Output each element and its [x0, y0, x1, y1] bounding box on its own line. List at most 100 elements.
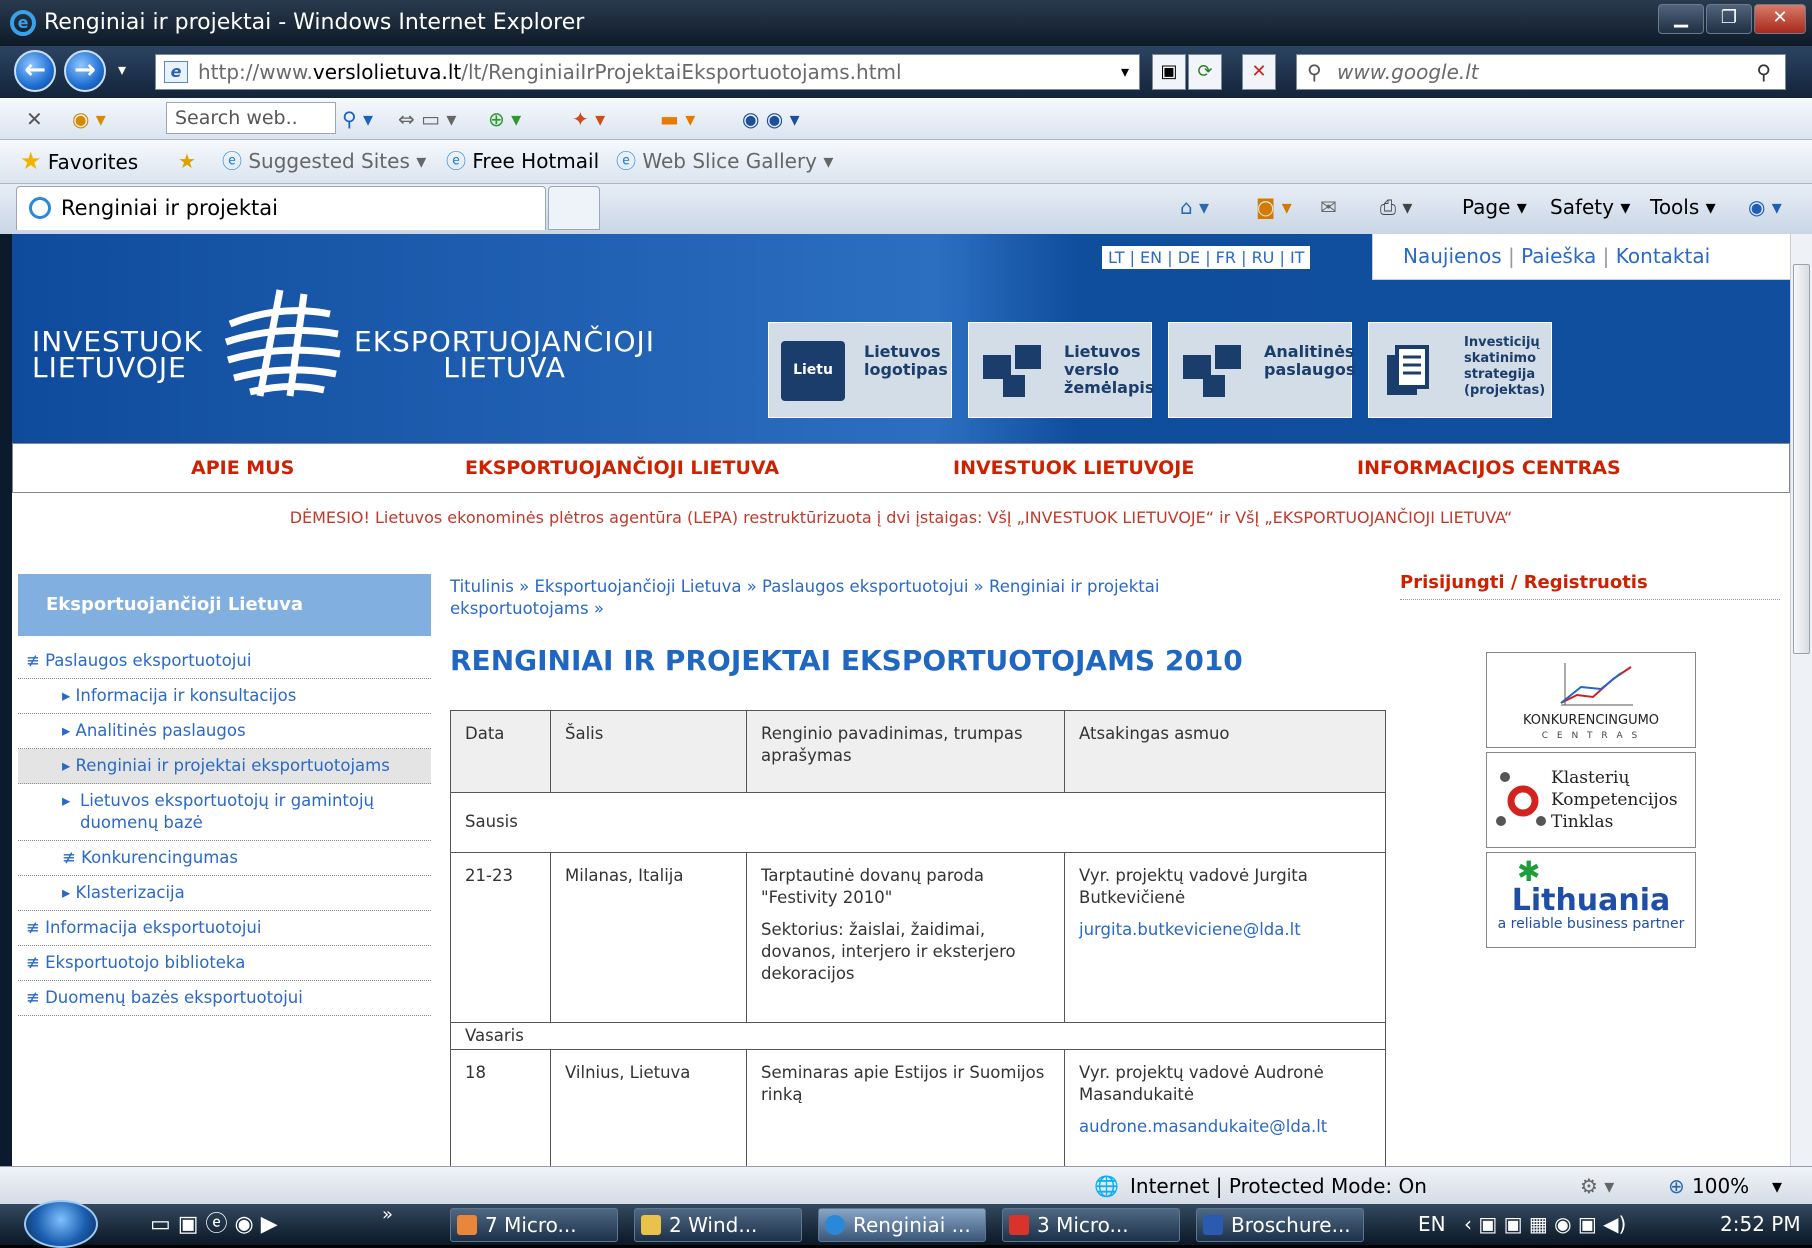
mail-icon[interactable]: ✉: [1320, 186, 1337, 228]
quick-link-logotipas[interactable]: Lietu Lietuvos logotipas: [768, 322, 952, 418]
start-button[interactable]: [24, 1200, 98, 1248]
address-dropdown-icon[interactable]: ▾: [1121, 55, 1129, 89]
logo-eksportuojancioji[interactable]: EKSPORTUOJANČIOJI LIETUVA: [354, 328, 655, 382]
close-button[interactable]: ✕: [1754, 4, 1806, 34]
forward-button[interactable]: →: [64, 50, 106, 92]
notice-text: DĖMESIO! Lietuvos ekonominės plėtros age…: [289, 508, 1513, 527]
task-micro-1[interactable]: 7 Micro...: [450, 1208, 618, 1242]
language-indicator[interactable]: EN: [1418, 1204, 1446, 1244]
free-hotmail-link[interactable]: ⓔ Free Hotmail: [446, 140, 599, 182]
month-row: Vasaris: [450, 1022, 1386, 1050]
sidebar-item-informacija[interactable]: ≢ Informacija eksportuotojui: [18, 911, 431, 946]
suggested-sites-button[interactable]: ⓔ Suggested Sites ▾: [222, 140, 426, 182]
refresh-icon[interactable]: ⟳: [1188, 54, 1222, 90]
add-favorite-icon[interactable]: ★: [178, 140, 196, 182]
nav-apie-mus[interactable]: APIE MUS: [191, 444, 294, 492]
zoom-level[interactable]: 100%: [1692, 1167, 1749, 1205]
table-header-row: Data Šalis Renginio pavadinimas, trumpas…: [450, 710, 1386, 793]
print-icon[interactable]: ⎙ ▾: [1380, 186, 1412, 228]
lithuania-logo[interactable]: ✱ Lithuania a reliable business partner: [1486, 852, 1696, 948]
close-toolbar-icon[interactable]: ✕: [26, 98, 43, 140]
app-icon: [1009, 1215, 1029, 1235]
nav-naujienos[interactable]: Naujienos: [1403, 244, 1502, 268]
lietuva-logo-icon: Lietu: [781, 341, 845, 401]
quick-link-strategija[interactable]: Investicijų skatinimo strategija (projek…: [1368, 322, 1552, 418]
quick-link-analitines[interactable]: Analitinės paslaugos: [1168, 322, 1355, 418]
add-icon[interactable]: ⊕ ▾: [488, 98, 521, 140]
chart-logo-icon: [1560, 663, 1633, 706]
ie-icon: ⓔ: [616, 149, 636, 173]
new-tab-button[interactable]: [548, 186, 600, 230]
site-banner: INVESTUOK LIETUVOJE EKSPORTUOJANČIOJI LI…: [12, 234, 1790, 444]
task-windows[interactable]: 2 Wind...: [634, 1208, 802, 1242]
clock[interactable]: 2:52 PM: [1720, 1204, 1801, 1244]
title-bar: e Renginiai ir projektai - Windows Inter…: [0, 0, 1812, 46]
minimize-button[interactable]: ▁: [1658, 4, 1704, 34]
nav-kontaktai[interactable]: Kontaktai: [1616, 244, 1710, 268]
word-icon: [1203, 1215, 1223, 1235]
task-micro-3[interactable]: 3 Micro...: [1002, 1208, 1180, 1242]
toolbar-tool-icon[interactable]: ⇔ ▭ ▾: [398, 98, 456, 140]
maximize-button[interactable]: ❐: [1706, 4, 1752, 34]
logo-investuok[interactable]: INVESTUOK LIETUVOJE: [32, 328, 203, 382]
stop-icon[interactable]: ✕: [1242, 54, 1276, 90]
info-icon[interactable]: ◉ ◉ ▾: [742, 98, 800, 140]
security-zone[interactable]: Internet | Protected Mode: On: [1130, 1167, 1427, 1205]
breadcrumb[interactable]: Titulinis » Eksportuojančioji Lietuva » …: [450, 576, 1230, 620]
home-icon[interactable]: ⌂ ▾: [1180, 186, 1209, 228]
sidebar-item-biblioteka[interactable]: ≢ Eksportuotojo biblioteka: [18, 946, 431, 981]
search-input[interactable]: ⚲ www.google.lt ⚲: [1296, 54, 1786, 90]
sidebar-item-konkurencingumas[interactable]: ≢ Konkurencingumas: [18, 841, 431, 876]
nav-paieska[interactable]: Paieška: [1521, 244, 1596, 268]
addon-icon[interactable]: ◉ ▾: [72, 98, 106, 140]
protected-mode-icon[interactable]: ⚙ ▾: [1580, 1167, 1614, 1205]
tools-menu[interactable]: Tools ▾: [1650, 186, 1716, 228]
puzzle-icon: [1183, 345, 1241, 397]
search-go-icon[interactable]: ⚲ ▾: [342, 98, 373, 140]
sidebar-item-duomenu-bazes[interactable]: ≢ Duomenų bazės eksportuotojui: [18, 981, 431, 1016]
email-link[interactable]: jurgita.butkeviciene@lda.lt: [1079, 919, 1371, 941]
sidebar-item-informacija-konsultacijos[interactable]: ▸ Informacija ir konsultacijos: [18, 679, 431, 714]
feeds-icon[interactable]: ◙ ▾: [1256, 186, 1292, 228]
zoom-dropdown-icon[interactable]: ▾: [1772, 1167, 1782, 1205]
task-renginiai[interactable]: Renginiai ...: [818, 1208, 986, 1242]
page-menu[interactable]: Page ▾: [1462, 186, 1527, 228]
klasteriu-logo[interactable]: Klasterių Kompetencijos Tinklas: [1486, 752, 1696, 848]
search-go-icon[interactable]: ⚲: [1756, 55, 1771, 89]
help-icon[interactable]: ◉ ▾: [1748, 186, 1782, 228]
favorites-button[interactable]: ★ Favorites: [20, 140, 138, 183]
nav-investuok[interactable]: INVESTUOK LIETUVOJE: [953, 444, 1194, 492]
email-link[interactable]: audrone.masandukaite@lda.lt: [1079, 1116, 1371, 1138]
highlight-icon[interactable]: ▬ ▾: [660, 98, 695, 140]
web-search-input[interactable]: Search web..: [166, 102, 336, 134]
safety-menu[interactable]: Safety ▾: [1550, 186, 1630, 228]
tab-renginiai[interactable]: Renginiai ir projektai: [16, 186, 546, 230]
sidebar-item-klasterizacija[interactable]: ▸ Klasterizacija: [18, 876, 431, 911]
chevron-icon[interactable]: »: [382, 1204, 393, 1225]
tray-icons[interactable]: ‹ ▣ ▣ ▦ ◉ ▣ ◀): [1464, 1204, 1626, 1244]
language-selector[interactable]: LT | EN | DE | FR | RU | IT: [1102, 246, 1311, 269]
sidebar-item-renginiai[interactable]: ▸ Renginiai ir projektai eksportuotojams: [18, 749, 431, 784]
ie-icon: [29, 197, 51, 219]
konkurencingumo-logo[interactable]: KONKURENCINGUMO C E N T R A S: [1486, 652, 1696, 748]
address-bar[interactable]: e http://www.verslolietuva.lt/lt/Rengini…: [155, 54, 1140, 90]
login-link[interactable]: Prisijungti / Registruotis: [1400, 572, 1780, 600]
task-broschure[interactable]: Broschure...: [1196, 1208, 1364, 1242]
vertical-scrollbar[interactable]: [1790, 234, 1812, 1166]
quick-link-zemelapis[interactable]: Lietuvos verslo žemėlapis: [968, 322, 1154, 418]
web-slice-gallery-link[interactable]: ⓔ Web Slice Gallery ▾: [616, 140, 833, 182]
compatibility-icon[interactable]: ▣: [1152, 54, 1186, 90]
nav-informacijos-centras[interactable]: INFORMACIJOS CENTRAS: [1357, 444, 1621, 492]
table-row: 18 Vilnius, Lietuva Seminaras apie Estij…: [450, 1049, 1386, 1166]
sidebar-header: Eksportuojančioji Lietuva: [18, 574, 431, 636]
main-nav: APIE MUS EKSPORTUOJANČIOJI LIETUVA INVES…: [12, 443, 1790, 493]
sidebar-item-duomenu-baze[interactable]: ▸ Lietuvos eksportuotojų ir gamintojų duo…: [18, 784, 431, 841]
messenger-icon[interactable]: ✦ ▾: [572, 98, 605, 140]
nav-eksportuojancioji[interactable]: EKSPORTUOJANČIOJI LIETUVA: [465, 444, 779, 492]
quick-launch-icons[interactable]: ▭ ▣ ⓔ ◉ ▶: [150, 1206, 278, 1238]
scrollbar-thumb[interactable]: [1793, 264, 1810, 654]
sidebar-item-paslaugos[interactable]: ≢ Paslaugos eksportuotojui: [18, 644, 431, 679]
history-dropdown-icon[interactable]: ▾: [118, 60, 126, 79]
sidebar-item-analitines[interactable]: ▸ Analitinės paslaugos: [18, 714, 431, 749]
back-button[interactable]: ←: [14, 50, 56, 92]
